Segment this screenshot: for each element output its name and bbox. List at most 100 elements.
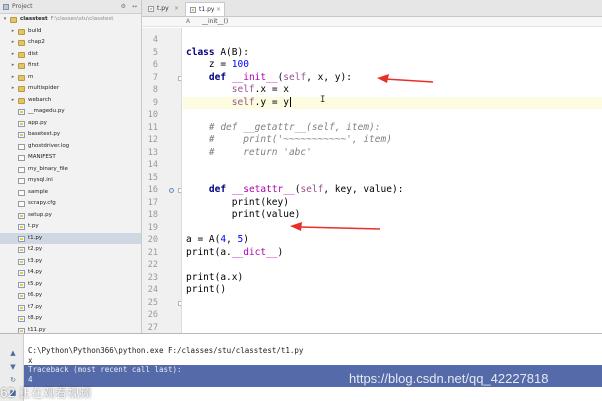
run-output[interactable]: C:\Python\Python366\python.exe F:/classe… <box>24 334 602 401</box>
file-icon <box>18 189 25 196</box>
tree-item-label: t7.py <box>28 303 43 310</box>
chevron-right-icon[interactable]: ▸ <box>10 83 16 95</box>
tree-folder[interactable]: ▾ classtest F:\classes\stu\classtest <box>0 14 141 26</box>
line-number: 19 <box>147 222 158 233</box>
tree-file[interactable]: t6.py <box>0 290 141 302</box>
tree-file[interactable]: t.py <box>0 221 141 233</box>
tree-folder[interactable]: ▸ multispider <box>0 83 141 95</box>
code-line[interactable]: print(key) <box>186 197 289 210</box>
tree-file[interactable]: t7.py <box>0 302 141 314</box>
python-file-icon <box>18 293 25 299</box>
tree-folder[interactable]: ▸ first <box>0 60 141 72</box>
code-line[interactable]: def __init__(self, x, y): <box>186 72 352 85</box>
code-line[interactable]: # def __getattr__(self, item): <box>186 122 381 135</box>
tree-file[interactable]: basetest.py <box>0 129 141 141</box>
tree-folder[interactable]: ▸ m <box>0 72 141 84</box>
chevron-right-icon[interactable]: ▸ <box>10 60 16 72</box>
tree-file[interactable]: MANIFEST <box>0 152 141 164</box>
fold-marker-icon[interactable] <box>178 75 181 81</box>
fold-marker-icon[interactable] <box>178 300 181 306</box>
tree-file[interactable]: t3.py <box>0 256 141 268</box>
line-number: 4 <box>152 35 158 45</box>
line-number: 25 <box>147 297 158 308</box>
tree-folder[interactable]: ▸ build <box>0 26 141 38</box>
tree-file[interactable]: t11.py <box>0 325 141 333</box>
tree-file[interactable]: app.py <box>0 118 141 130</box>
project-header-label: Project <box>12 3 33 10</box>
tree-file[interactable]: setup.py <box>0 210 141 222</box>
editor-gutter[interactable]: 4 5 6 7 8 9 10 11 12 13 14 15 16 17 18 19 20 21 22 23 24 25 26… <box>142 28 182 333</box>
folder-icon <box>18 51 25 58</box>
python-file-icon <box>18 132 25 138</box>
tree-file[interactable]: t2.py <box>0 244 141 256</box>
line-number: 9 <box>152 97 158 108</box>
code-line[interactable]: print(a.x) <box>186 272 243 285</box>
chevron-down-icon[interactable]: ▾ <box>2 14 8 26</box>
tree-file[interactable]: t5.py <box>0 279 141 291</box>
run-up-icon[interactable]: ▲ <box>8 348 18 358</box>
code-line[interactable]: print(value) <box>186 209 301 222</box>
python-file-icon <box>18 247 25 253</box>
tree-file[interactable]: sample <box>0 187 141 199</box>
tree-item-label: m <box>28 73 34 80</box>
close-icon[interactable]: × <box>216 3 221 17</box>
viewer-count-banner: 62 正在观看视频 <box>0 386 92 400</box>
tree-folder[interactable]: ▸ webarch <box>0 95 141 107</box>
tree-file[interactable]: ghostdriver.log <box>0 141 141 153</box>
code-line[interactable]: self.y = y <box>183 96 602 109</box>
code-line[interactable]: # return 'abc' <box>186 147 312 160</box>
tree-item-label: t8.py <box>28 315 43 321</box>
folder-icon <box>18 28 25 35</box>
folder-icon <box>10 17 17 23</box>
tree-file[interactable]: __magedu.py <box>0 106 141 118</box>
code-line[interactable]: a = A(4, 5) <box>186 234 249 247</box>
tree-file[interactable]: my_binary_file <box>0 164 141 176</box>
output-line: Traceback (most recent call last): <box>28 365 182 374</box>
code-line[interactable]: self.x = x <box>186 84 289 97</box>
chevron-right-icon[interactable]: ▸ <box>10 26 16 38</box>
tree-item-label: ghostdriver.log <box>28 142 70 149</box>
override-marker-icon[interactable] <box>169 188 174 193</box>
folder-icon <box>18 86 25 92</box>
folder-icon <box>18 74 25 81</box>
tree-folder[interactable]: ▸ chap2 <box>0 37 141 49</box>
project-tools-icon[interactable]: ⚙ ↔ <box>121 3 139 11</box>
chevron-right-icon[interactable]: ▸ <box>10 49 16 61</box>
tree-item-label: my_binary_file <box>28 165 68 172</box>
tree-item-label: webarch <box>28 96 52 103</box>
chevron-right-icon[interactable]: ▸ <box>10 95 16 107</box>
tab-t1-py[interactable]: t1.py × <box>185 2 225 16</box>
python-file-icon <box>18 281 25 288</box>
tree-item-label: t4.py <box>28 269 43 275</box>
run-down-icon[interactable]: ▼ <box>8 362 18 372</box>
tree-file[interactable]: scrapy.cfg <box>0 198 141 210</box>
text-cursor-icon: I <box>320 95 326 105</box>
code-line[interactable]: print() <box>186 284 226 297</box>
output-line: C:\Python\Python366\python.exe F:/classe… <box>28 346 304 355</box>
tree-file[interactable]: t1.py <box>0 232 141 244</box>
code-line[interactable]: class A(B): <box>186 47 249 60</box>
code-line[interactable]: print(a.__dict__) <box>186 247 283 260</box>
tree-item-label: dist <box>28 50 39 57</box>
python-file-icon <box>18 109 25 115</box>
tab-t-py[interactable]: t.py × <box>144 2 182 16</box>
tree-file[interactable]: t8.py <box>0 313 141 325</box>
chevron-right-icon[interactable]: ▸ <box>10 72 16 84</box>
code-line[interactable]: def __setattr__(self, key, value): <box>186 184 404 197</box>
annotation-arrow-init <box>377 74 434 83</box>
project-path: F:\classes\stu\classtest <box>50 16 114 22</box>
tree-file[interactable]: t4.py <box>0 267 141 279</box>
code-line[interactable]: z = 100 <box>186 59 249 72</box>
tree-item-label: t3.py <box>28 257 43 264</box>
watermark: https://blog.csdn.net/qq_42227818 <box>349 371 549 386</box>
line-number: 27 <box>147 322 158 333</box>
tree-folder[interactable]: ▸ dist <box>0 49 141 61</box>
code-line[interactable]: # print('~~~~~~~~~~~', item) <box>186 134 392 147</box>
tree-file[interactable]: mysql.ini <box>0 175 141 187</box>
chevron-right-icon[interactable]: ▸ <box>10 37 16 49</box>
file-icon <box>18 178 25 184</box>
breadcrumb-function[interactable]: __init__() <box>202 18 228 26</box>
python-file-icon <box>18 235 25 242</box>
close-icon[interactable]: × <box>174 2 179 16</box>
fold-marker-icon[interactable] <box>178 188 181 193</box>
